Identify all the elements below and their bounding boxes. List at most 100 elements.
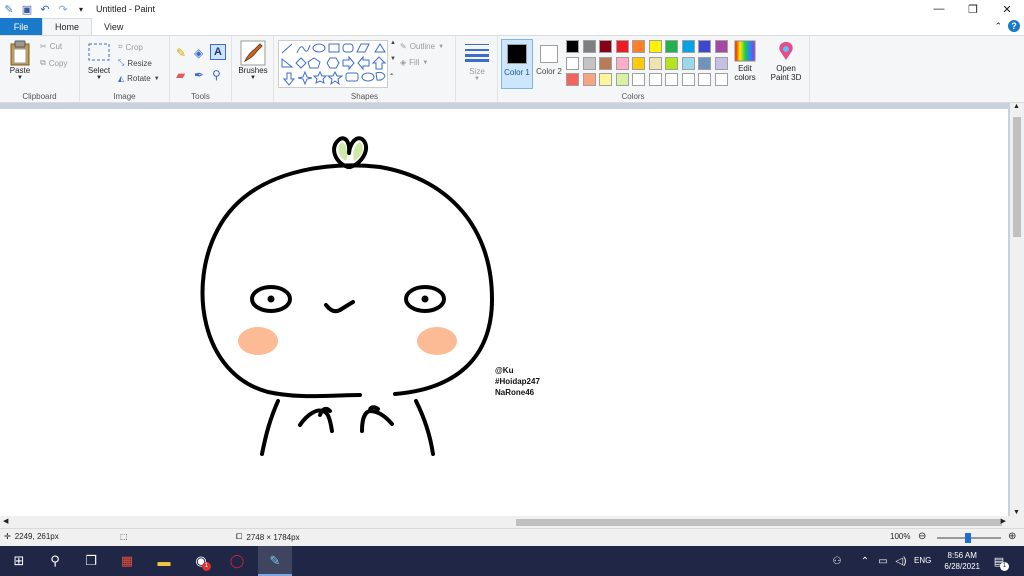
crop-button[interactable]: ⌗ Crop bbox=[118, 42, 143, 52]
palette-swatch[interactable] bbox=[648, 40, 662, 53]
copy-button[interactable]: ⧉ Copy bbox=[40, 58, 67, 68]
help-icon[interactable]: ? bbox=[1008, 20, 1020, 32]
pencil-icon[interactable]: ✎ bbox=[176, 46, 186, 60]
palette-swatch[interactable] bbox=[698, 56, 711, 70]
brushes-button[interactable]: Brushes ▼ bbox=[236, 40, 270, 81]
search-icon[interactable]: ⚲ bbox=[46, 552, 64, 570]
horizontal-scrollbar[interactable]: ◀ ▶ bbox=[0, 516, 1010, 528]
palette-swatch[interactable] bbox=[681, 73, 695, 86]
fill-dropdown-icon: ▼ bbox=[422, 59, 429, 66]
palette-swatch[interactable] bbox=[665, 40, 678, 53]
close-button[interactable]: ✕ bbox=[990, 0, 1024, 18]
palette-swatch[interactable] bbox=[582, 56, 596, 70]
tab-home[interactable]: Home bbox=[42, 18, 93, 35]
palette-swatch[interactable] bbox=[599, 73, 612, 86]
clock-time: 8:56 AM bbox=[947, 551, 977, 560]
shapes-gallery[interactable] bbox=[278, 40, 388, 88]
clock[interactable]: 8:56 AM 6/28/2021 bbox=[944, 550, 980, 572]
outline-button[interactable]: ✎ Outline ▼ bbox=[400, 42, 444, 51]
people-icon[interactable]: ⚇ bbox=[828, 552, 846, 570]
resize-button[interactable]: ⤡ Resize bbox=[118, 58, 152, 68]
zoom-in-icon[interactable]: ⊕ bbox=[1008, 531, 1016, 542]
open-paint3d-button[interactable]: Open Paint 3D bbox=[766, 40, 806, 82]
shapes-more-icon[interactable]: ⩡ bbox=[390, 72, 393, 79]
magnifier-icon[interactable]: ⚲ bbox=[212, 68, 221, 82]
collapse-ribbon-icon[interactable]: ⌃ bbox=[994, 21, 1002, 32]
customize-qat-icon[interactable]: ▾ bbox=[74, 2, 88, 16]
scroll-left-icon[interactable]: ◀ bbox=[3, 517, 8, 525]
redo-icon[interactable]: ↷ bbox=[56, 2, 70, 16]
palette-swatch[interactable] bbox=[566, 40, 579, 53]
text-tool-icon[interactable]: A bbox=[210, 44, 226, 60]
color-picker-icon[interactable]: ✒ bbox=[194, 68, 204, 82]
palette-swatch[interactable] bbox=[648, 56, 662, 70]
palette-swatch[interactable] bbox=[714, 73, 728, 86]
language-indicator[interactable]: ENG bbox=[914, 556, 931, 565]
fill-button[interactable]: ◈ Fill ▼ bbox=[400, 58, 428, 67]
zoom-out-icon[interactable]: ⊖ bbox=[918, 531, 926, 542]
task-view-icon[interactable]: ❐ bbox=[82, 552, 100, 570]
eraser-icon[interactable]: ▰ bbox=[176, 68, 185, 82]
scroll-right-icon[interactable]: ▶ bbox=[1001, 517, 1006, 525]
rotate-button[interactable]: ◭ Rotate ▼ bbox=[118, 74, 160, 83]
palette-swatch[interactable] bbox=[665, 73, 678, 86]
palette-swatch[interactable] bbox=[615, 56, 629, 70]
maximize-button[interactable]: ❐ bbox=[956, 0, 990, 18]
palette-swatch[interactable] bbox=[698, 40, 711, 53]
size-button[interactable]: Size ▼ bbox=[462, 42, 492, 82]
ribbon-tabs: File Home View ⌃ ? bbox=[0, 18, 1024, 35]
paste-button[interactable]: Paste ▼ bbox=[6, 40, 34, 81]
volume-icon[interactable]: ◁) bbox=[892, 552, 910, 570]
fill-bucket-icon[interactable]: ◈ bbox=[194, 46, 203, 60]
tab-view[interactable]: View bbox=[92, 18, 135, 35]
palette-swatch[interactable] bbox=[698, 73, 711, 86]
undo-icon[interactable]: ↶ bbox=[38, 2, 52, 16]
window-title: Untitled - Paint bbox=[96, 4, 156, 14]
cut-button[interactable]: ✂ Cut bbox=[40, 42, 62, 51]
tray-expand-icon[interactable]: ⌃ bbox=[856, 552, 874, 570]
battery-icon[interactable]: ▭ bbox=[874, 552, 892, 570]
drawing-canvas[interactable]: @Ku #Hoidap247 NaRone46 bbox=[0, 109, 1008, 516]
edit-colors-button[interactable]: Edit colors bbox=[730, 40, 760, 82]
scroll-down-icon[interactable]: ▼ bbox=[1013, 509, 1020, 516]
color2-button[interactable]: Color 2 bbox=[535, 39, 565, 89]
tab-file[interactable]: File bbox=[0, 18, 42, 35]
opera-icon[interactable]: ◯ bbox=[228, 552, 246, 570]
color1-button[interactable]: Color 1 bbox=[501, 39, 533, 89]
minimize-button[interactable]: — bbox=[922, 0, 956, 18]
paint-taskbar-icon[interactable]: ✎ bbox=[266, 552, 284, 570]
vertical-scrollbar[interactable]: ▲ ▼ bbox=[1010, 103, 1024, 516]
palette-swatch[interactable] bbox=[566, 73, 579, 86]
palette-swatch[interactable] bbox=[615, 73, 629, 86]
app-icon[interactable]: ▦ bbox=[118, 552, 136, 570]
palette-swatch[interactable] bbox=[582, 40, 596, 53]
scroll-up-icon[interactable]: ▲ bbox=[1013, 103, 1020, 110]
file-explorer-icon[interactable]: ▬ bbox=[155, 552, 173, 570]
paint-app-icon[interactable]: ✎ bbox=[2, 2, 16, 16]
palette-swatch[interactable] bbox=[615, 40, 629, 53]
palette-swatch[interactable] bbox=[681, 40, 695, 53]
paste-dropdown-icon: ▼ bbox=[17, 75, 23, 81]
palette-swatch[interactable] bbox=[582, 73, 596, 86]
palette-swatch[interactable] bbox=[665, 56, 678, 70]
save-icon[interactable]: ▣ bbox=[20, 2, 34, 16]
palette-swatch[interactable] bbox=[599, 56, 612, 70]
shapes-scroll-down-icon[interactable]: ▼ bbox=[390, 56, 396, 62]
select-button[interactable]: Select ▼ bbox=[84, 42, 114, 81]
palette-swatch[interactable] bbox=[714, 40, 728, 53]
palette-swatch[interactable] bbox=[632, 40, 645, 53]
palette-swatch[interactable] bbox=[599, 40, 612, 53]
palette-swatch[interactable] bbox=[681, 56, 695, 70]
horizontal-scroll-thumb[interactable] bbox=[516, 519, 1002, 526]
vertical-scroll-thumb[interactable] bbox=[1013, 117, 1021, 237]
palette-swatch[interactable] bbox=[648, 73, 662, 86]
palette-swatch[interactable] bbox=[566, 56, 579, 70]
zoom-slider-thumb[interactable] bbox=[965, 533, 971, 543]
shapes-scroll-up-icon[interactable]: ▲ bbox=[390, 40, 396, 46]
scrollbar-corner bbox=[1010, 516, 1024, 528]
palette-swatch[interactable] bbox=[632, 56, 645, 70]
palette-swatch[interactable] bbox=[632, 73, 645, 86]
windows-start-icon[interactable]: ⊞ bbox=[10, 552, 28, 570]
status-bar: ✛ 2249, 261px ⬚ ⧠ 2748 × 1784px 100% ⊖ ⊕ bbox=[0, 528, 1024, 546]
palette-swatch[interactable] bbox=[714, 56, 728, 70]
